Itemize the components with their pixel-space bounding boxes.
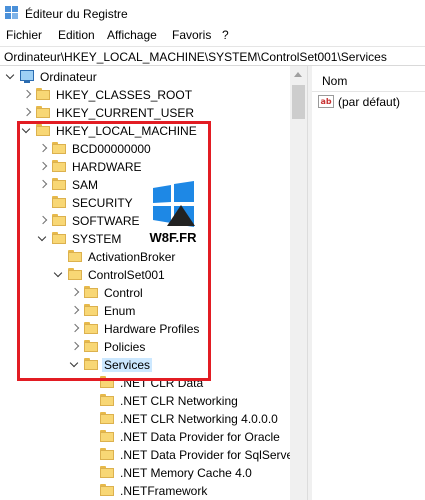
folder-icon [36, 88, 50, 100]
watermark: W8F.FR [145, 180, 201, 250]
tree-node-label: .NETFramework [120, 484, 208, 498]
menu-bar: Fichier Edition Affichage Favoris ? [0, 26, 425, 46]
menu-help[interactable]: ? [222, 28, 229, 42]
menu-affichage[interactable]: Affichage [107, 28, 157, 42]
chevron-down-icon[interactable] [6, 72, 14, 82]
folder-icon [100, 466, 114, 478]
value-name: (par défaut) [338, 95, 401, 109]
menu-fichier[interactable]: Fichier [6, 28, 42, 42]
registry-editor-icon [5, 6, 18, 19]
highlight-annotation-box [17, 121, 211, 381]
w8f-logo-icon [153, 181, 195, 227]
address-path[interactable]: Ordinateur\HKEY_LOCAL_MACHINE\SYSTEM\Con… [4, 50, 387, 64]
menu-favoris[interactable]: Favoris [172, 28, 211, 42]
computer-icon [20, 70, 34, 83]
column-header-label: Nom [322, 74, 348, 88]
chevron-right-icon[interactable] [22, 90, 30, 100]
folder-icon [100, 412, 114, 424]
tree-node-label: HKEY_CURRENT_USER [56, 106, 195, 120]
tree-node-label: .NET Data Provider for Oracle [120, 430, 280, 444]
address-bar[interactable]: Ordinateur\HKEY_LOCAL_MACHINE\SYSTEM\Con… [0, 46, 425, 66]
tree-node-label: .NET CLR Networking 4.0.0.0 [120, 412, 278, 426]
scroll-thumb[interactable] [292, 85, 305, 119]
tree-scrollbar[interactable] [290, 66, 307, 500]
folder-icon [100, 448, 114, 460]
window-title: Éditeur du Registre [25, 7, 128, 21]
tree-node-label: .NET Data Provider for SqlServer [120, 448, 298, 462]
folder-icon [36, 106, 50, 118]
values-pane[interactable]: Nom ab (par défaut) [312, 66, 425, 500]
folder-icon [100, 484, 114, 496]
folder-icon [100, 430, 114, 442]
chevron-right-icon[interactable] [22, 108, 30, 118]
menu-edition[interactable]: Edition [58, 28, 95, 42]
tree-node-label: Ordinateur [40, 70, 97, 84]
scroll-up-arrow-icon[interactable] [290, 66, 307, 83]
tree-node-label: .NET Memory Cache 4.0 [120, 466, 252, 480]
string-value-icon: ab [318, 95, 334, 108]
watermark-text: W8F.FR [149, 230, 197, 245]
column-header-name[interactable]: Nom [312, 66, 425, 92]
title-bar: Éditeur du Registre [0, 0, 425, 26]
folder-icon [100, 394, 114, 406]
tree-node-label: .NET CLR Networking [120, 394, 238, 408]
tree-node-label: HKEY_CLASSES_ROOT [56, 88, 193, 102]
